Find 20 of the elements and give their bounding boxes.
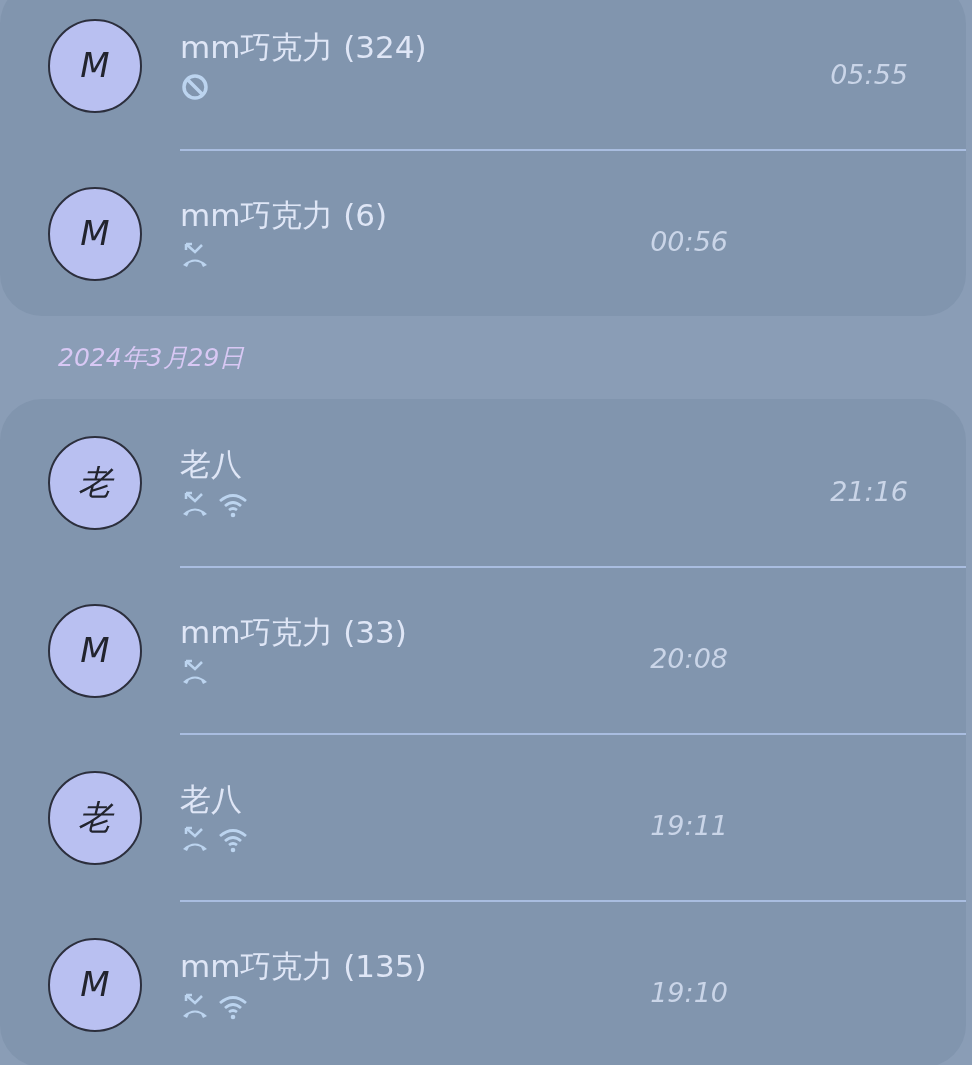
call-time: 19:11 [650,808,728,843]
contact-avatar: M [48,603,142,698]
call-time: 21:16 [830,474,908,509]
contact-name: 老八 [180,780,243,819]
contact-name: mm巧克力 (324) [180,28,427,67]
contact-avatar: 老 [48,435,142,530]
contact-name: mm巧克力 (33) [180,613,407,652]
contact-avatar: M [48,186,142,281]
contact-avatar: M [48,18,142,113]
call-time: 19:10 [650,975,728,1010]
call-time: 05:55 [830,57,908,92]
blocked-icon [180,72,210,103]
date-header: 2024年3月29日 [57,341,246,374]
contact-name: 老八 [180,445,243,484]
contact-avatar: M [48,937,142,1032]
call-time: 00:56 [650,224,728,259]
contact-avatar: 老 [48,770,142,865]
contact-name: mm巧克力 (135) [180,947,427,986]
contact-name: mm巧克力 (6) [180,196,388,235]
call-time: 20:08 [650,641,728,676]
